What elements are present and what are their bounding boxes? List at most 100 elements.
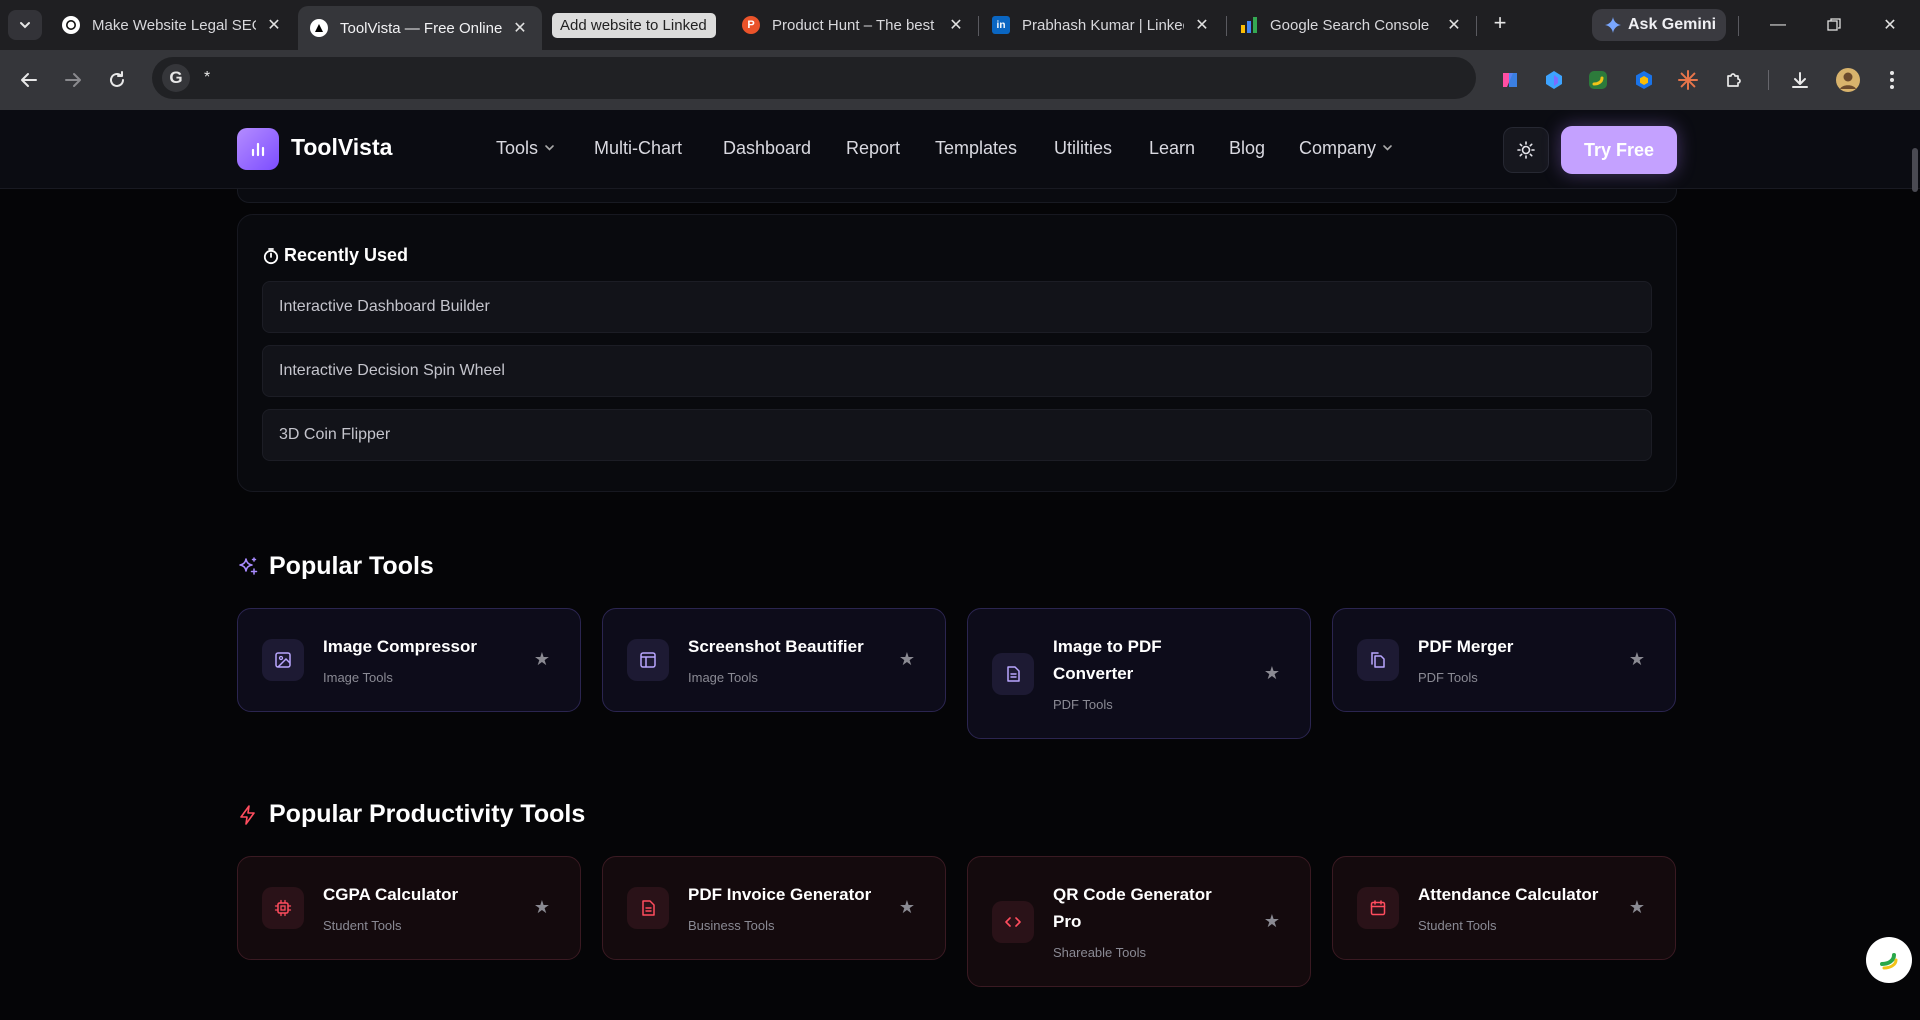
tool-card-category: Student Tools bbox=[1418, 918, 1497, 933]
tab-search-button[interactable] bbox=[8, 10, 42, 40]
tool-card-category: PDF Tools bbox=[1418, 670, 1478, 685]
tab-separator bbox=[1476, 16, 1477, 36]
tool-card-title: CGPA Calculator bbox=[323, 885, 459, 904]
productivity-tools-title: Popular Productivity Tools bbox=[269, 800, 586, 828]
theme-toggle-button[interactable] bbox=[1503, 127, 1549, 173]
bar-chart-logo-icon[interactable] bbox=[237, 128, 279, 170]
linkedin-icon: in bbox=[992, 16, 1010, 34]
star-favorite-icon[interactable]: ★ bbox=[1264, 911, 1280, 932]
tool-card-image-compressor[interactable]: Image Compressor Image Tools ★ bbox=[237, 608, 581, 712]
star-favorite-icon[interactable]: ★ bbox=[1264, 663, 1280, 684]
reload-icon[interactable] bbox=[102, 65, 132, 95]
nav-company[interactable]: Company bbox=[1299, 138, 1393, 159]
browser-tab-producthunt[interactable]: P Product Hunt – The best ✕ bbox=[730, 8, 978, 42]
tool-card-category: Image Tools bbox=[323, 670, 393, 685]
tool-card-category: PDF Tools bbox=[1053, 697, 1113, 712]
tool-card-pdf-merger[interactable]: PDF Merger PDF Tools ★ bbox=[1332, 608, 1676, 712]
close-icon[interactable]: ✕ bbox=[1192, 15, 1212, 35]
vercel-triangle-icon bbox=[310, 19, 328, 37]
nav-dashboard[interactable]: Dashboard bbox=[723, 138, 811, 159]
close-icon[interactable]: ✕ bbox=[1444, 15, 1464, 35]
ask-gemini-button[interactable]: Ask Gemini bbox=[1592, 9, 1726, 41]
tab-separator bbox=[1226, 16, 1227, 36]
star-favorite-icon[interactable]: ★ bbox=[534, 897, 550, 918]
new-tab-plus-icon[interactable]: + bbox=[1488, 12, 1512, 36]
tool-card-pdf-invoice-generator[interactable]: PDF Invoice Generator Business Tools ★ bbox=[602, 856, 946, 960]
more-options-icon[interactable] bbox=[1878, 66, 1906, 94]
star-favorite-icon[interactable]: ★ bbox=[899, 649, 915, 670]
nav-multi-chart[interactable]: Multi-Chart bbox=[594, 138, 682, 159]
sun-icon bbox=[1517, 141, 1535, 159]
extension-icon-4[interactable] bbox=[1630, 66, 1658, 94]
nav-tools[interactable]: Tools bbox=[496, 138, 555, 159]
star-favorite-icon[interactable]: ★ bbox=[1629, 649, 1645, 670]
close-icon[interactable]: ✕ bbox=[264, 15, 284, 35]
minimize-icon[interactable]: — bbox=[1758, 10, 1798, 40]
previous-section-edge bbox=[237, 189, 1677, 203]
openai-icon bbox=[62, 16, 80, 34]
profile-avatar-icon[interactable] bbox=[1834, 66, 1862, 94]
page-viewport: ToolVista Tools Multi-Chart Dashboard Re… bbox=[0, 110, 1920, 1020]
star-favorite-icon[interactable]: ★ bbox=[899, 897, 915, 918]
nav-templates[interactable]: Templates bbox=[935, 138, 1017, 159]
chat-brand-icon bbox=[1880, 953, 1898, 970]
recent-item-coin-flipper[interactable]: 3D Coin Flipper bbox=[262, 409, 1652, 461]
close-icon[interactable]: ✕ bbox=[946, 15, 966, 35]
tool-card-attendance-calculator[interactable]: Attendance Calculator Student Tools ★ bbox=[1332, 856, 1676, 960]
restore-icon[interactable] bbox=[1814, 10, 1854, 40]
tool-card-image-to-pdf[interactable]: Image to PDF Converter PDF Tools ★ bbox=[967, 608, 1311, 739]
tool-card-cgpa-calculator[interactable]: CGPA Calculator Student Tools ★ bbox=[237, 856, 581, 960]
calendar-icon bbox=[1357, 887, 1399, 929]
close-icon[interactable]: ✕ bbox=[510, 18, 530, 38]
lightning-icon bbox=[237, 804, 259, 826]
gemini-sparkle-icon bbox=[1605, 17, 1621, 33]
layout-icon bbox=[627, 639, 669, 681]
address-text: * bbox=[204, 69, 211, 86]
search-console-icon bbox=[1240, 16, 1258, 34]
browser-tab-linkedin-add[interactable]: Add website to Linked bbox=[552, 11, 716, 39]
tool-card-category: Student Tools bbox=[323, 918, 402, 933]
puzzle-extensions-icon[interactable] bbox=[1720, 66, 1748, 94]
close-window-icon[interactable]: ✕ bbox=[1870, 10, 1910, 40]
try-free-button[interactable]: Try Free bbox=[1561, 126, 1677, 174]
page-scrollbar-thumb[interactable] bbox=[1912, 148, 1918, 192]
browser-tab-linkedin-profile[interactable]: in Prabhash Kumar | Linked ✕ bbox=[980, 8, 1224, 42]
chevron-down-icon bbox=[20, 22, 30, 29]
tool-card-title: QR Code Generator Pro bbox=[1053, 885, 1212, 931]
site-header: ToolVista Tools Multi-Chart Dashboard Re… bbox=[0, 110, 1920, 189]
nav-utilities[interactable]: Utilities bbox=[1054, 138, 1112, 159]
recently-used-title: Recently Used bbox=[284, 245, 409, 265]
brand-name[interactable]: ToolVista bbox=[291, 134, 392, 161]
forward-arrow-icon[interactable] bbox=[58, 65, 88, 95]
image-icon bbox=[262, 639, 304, 681]
star-favorite-icon[interactable]: ★ bbox=[1629, 897, 1645, 918]
nav-blog[interactable]: Blog bbox=[1229, 138, 1265, 159]
nav-tools-label: Tools bbox=[496, 138, 539, 158]
download-icon[interactable] bbox=[1786, 66, 1814, 94]
chevron-down-icon bbox=[1382, 142, 1393, 156]
nav-learn[interactable]: Learn bbox=[1149, 138, 1195, 159]
tool-card-title: PDF Merger bbox=[1418, 637, 1514, 656]
browser-tab-search-console[interactable]: Google Search Console ✕ bbox=[1228, 8, 1476, 42]
producthunt-icon: P bbox=[742, 16, 760, 34]
extension-icon-5[interactable] bbox=[1674, 66, 1702, 94]
tab-title: Add website to Linked bbox=[552, 12, 716, 38]
extension-icon-2[interactable] bbox=[1540, 66, 1568, 94]
recent-item-spin-wheel[interactable]: Interactive Decision Spin Wheel bbox=[262, 345, 1652, 397]
recent-item-dashboard-builder[interactable]: Interactive Dashboard Builder bbox=[262, 281, 1652, 333]
cpu-icon bbox=[262, 887, 304, 929]
tab-title: ToolVista — Free Online bbox=[340, 19, 502, 37]
back-arrow-icon[interactable] bbox=[14, 65, 44, 95]
tool-card-screenshot-beautifier[interactable]: Screenshot Beautifier Image Tools ★ bbox=[602, 608, 946, 712]
address-bar[interactable]: G * bbox=[152, 57, 1476, 99]
tool-card-qr-code-generator[interactable]: QR Code Generator Pro Shareable Tools ★ bbox=[967, 856, 1311, 987]
chat-widget-button[interactable] bbox=[1866, 937, 1912, 983]
extension-icon-1[interactable] bbox=[1496, 66, 1524, 94]
tab-separator bbox=[978, 16, 979, 36]
browser-tab-toolvista[interactable]: ToolVista — Free Online ✕ bbox=[298, 6, 542, 50]
recently-used-heading: Recently Used bbox=[262, 245, 408, 266]
nav-report[interactable]: Report bbox=[846, 138, 900, 159]
extension-icon-3[interactable] bbox=[1584, 66, 1612, 94]
star-favorite-icon[interactable]: ★ bbox=[534, 649, 550, 670]
browser-tab-legal-seo[interactable]: Make Website Legal SEO ✕ bbox=[50, 8, 296, 42]
